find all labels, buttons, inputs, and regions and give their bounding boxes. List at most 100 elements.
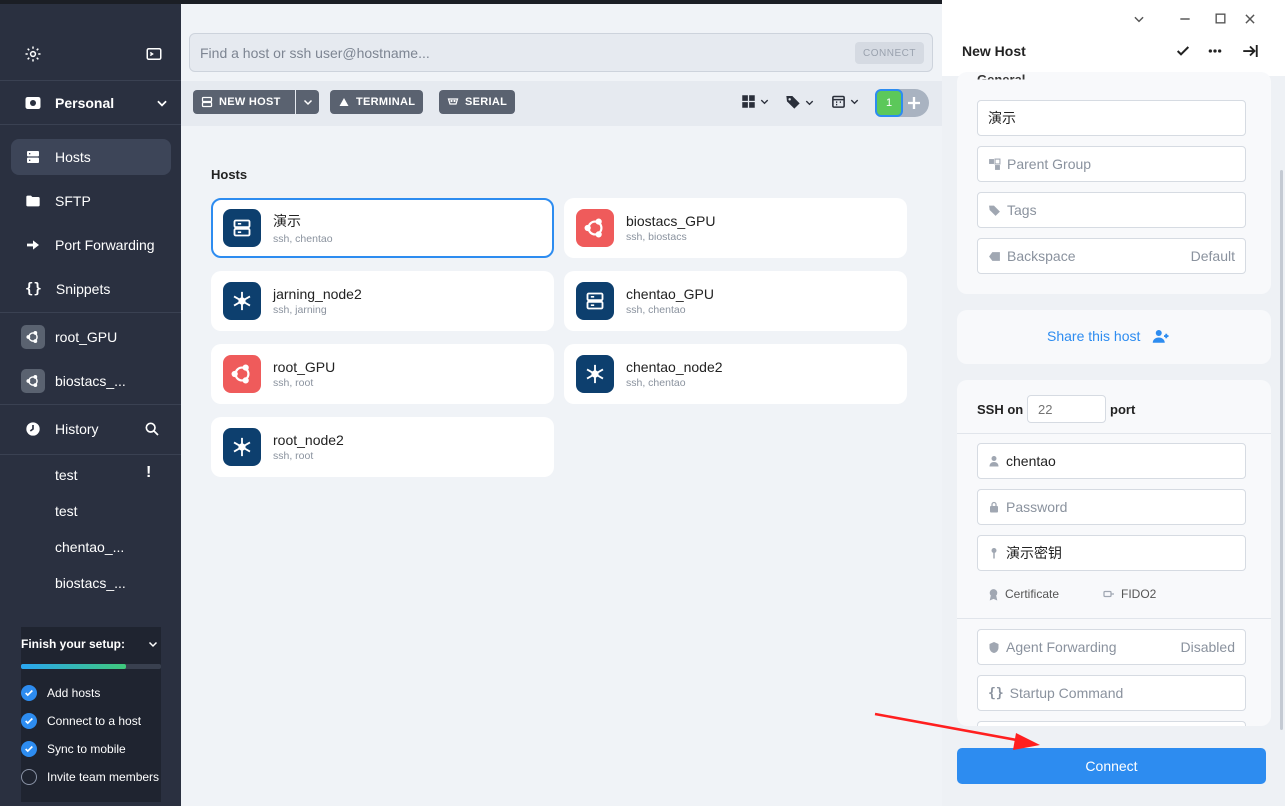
minimize-icon[interactable]	[1132, 12, 1146, 26]
parent-group-field[interactable]: Parent Group	[977, 146, 1246, 182]
tag-icon	[988, 204, 1001, 217]
server-icon	[223, 209, 261, 247]
setup-task[interactable]: Sync to mobile	[21, 741, 126, 757]
plus-icon[interactable]	[906, 95, 922, 111]
server-icon	[576, 282, 614, 320]
sidebar-item-port-forwarding[interactable]: Port Forwarding	[11, 227, 171, 263]
terminal-button[interactable]: TERMINAL	[330, 90, 424, 114]
password-field[interactable]: Password	[977, 489, 1246, 525]
sidebar-item-sftp[interactable]: SFTP	[11, 183, 171, 219]
group-icon	[988, 158, 1001, 171]
username-field[interactable]: chentao	[977, 443, 1246, 479]
setup-progress-bar	[21, 664, 161, 669]
lock-icon	[988, 501, 1000, 513]
search-input[interactable]	[200, 43, 840, 63]
host-card[interactable]: chentao_node2 ssh, chentao	[564, 344, 907, 404]
tags-field[interactable]: Tags	[977, 192, 1246, 228]
agent-forwarding-field[interactable]: Agent Forwarding Disabled	[977, 629, 1246, 665]
setup-task[interactable]: Add hosts	[21, 685, 100, 701]
certificate-option[interactable]: Certificate	[987, 587, 1059, 601]
startup-command-field[interactable]: {} Startup Command	[977, 675, 1246, 711]
sidebar: Personal Hosts SFTP Port Forwarding {} S…	[0, 0, 181, 806]
host-card[interactable]: jarning_node2 ssh, jarning	[211, 271, 554, 331]
search-connect-button[interactable]: CONNECT	[855, 42, 924, 64]
tag-icon	[785, 94, 801, 110]
host-details: ssh, jarning	[273, 304, 327, 316]
label-field[interactable]: 演示	[977, 100, 1246, 136]
server-icon	[201, 96, 213, 108]
history-header[interactable]: History	[25, 419, 160, 439]
history-item[interactable]: test	[55, 503, 78, 519]
fido2-option[interactable]: FIDO2	[1102, 587, 1156, 601]
sidebar-recent-host[interactable]: biostacs_...	[11, 363, 171, 399]
team-badge-group[interactable]: 1	[875, 89, 929, 117]
serial-port-icon	[447, 96, 459, 108]
ubuntu-icon	[21, 325, 45, 349]
workspace-selector[interactable]: Personal	[24, 92, 169, 114]
key-value: 演示密钥	[1006, 545, 1062, 561]
grid-view-toggle[interactable]	[741, 94, 770, 109]
sidebar-divider	[0, 312, 181, 313]
history-item[interactable]: biostacs_...	[55, 575, 126, 591]
host-name: 演示	[273, 213, 301, 229]
settings-icon[interactable]	[24, 45, 42, 63]
sidebar-divider	[0, 80, 181, 81]
sidebar-item-snippets[interactable]: {} Snippets	[11, 271, 171, 307]
host-card[interactable]: root_node2 ssh, root	[211, 417, 554, 477]
more-options-icon[interactable]	[1206, 43, 1224, 59]
collapse-panel-icon[interactable]	[1240, 42, 1260, 60]
new-host-dropdown[interactable]	[295, 90, 319, 114]
window-maximize-icon[interactable]	[1214, 12, 1227, 25]
sidebar-item-label: Hosts	[55, 149, 91, 165]
host-details: ssh, root	[273, 450, 314, 462]
server-icon	[25, 149, 41, 165]
parent-group-placeholder: Parent Group	[1007, 156, 1092, 172]
tag-filter[interactable]	[785, 94, 815, 110]
new-host-button[interactable]: NEW HOST	[193, 90, 295, 114]
sidebar-divider	[0, 454, 181, 455]
host-card[interactable]: 演示 ssh, chentao	[211, 198, 554, 258]
share-host-button[interactable]: Share this host	[1047, 327, 1170, 345]
terminal-icon[interactable]	[145, 45, 163, 63]
snowflake-icon	[576, 355, 614, 393]
port-forward-icon	[25, 237, 41, 253]
key-field[interactable]: 演示密钥	[977, 535, 1246, 571]
host-details: ssh, root	[273, 377, 314, 389]
host-card[interactable]: root_GPU ssh, root	[211, 344, 554, 404]
host-details: ssh, chentao	[273, 233, 333, 245]
sidebar-recent-host[interactable]: root_GPU	[11, 319, 171, 355]
check-circle-icon	[21, 685, 37, 701]
backspace-icon	[988, 250, 1001, 263]
panel-scrollbar[interactable]	[1280, 170, 1283, 730]
host-card[interactable]: chentao_GPU ssh, chentao	[564, 271, 907, 331]
chevron-down-icon[interactable]	[147, 637, 159, 655]
sort-options[interactable]	[831, 94, 860, 109]
connect-button[interactable]: Connect	[957, 748, 1266, 784]
agent-forwarding-value: Disabled	[1180, 639, 1235, 655]
search-icon[interactable]	[144, 421, 160, 437]
setup-task[interactable]: Connect to a host	[21, 713, 141, 729]
checkmark-icon[interactable]	[1175, 43, 1191, 59]
serial-button[interactable]: SERIAL	[439, 90, 516, 114]
history-item[interactable]: chentao_...	[55, 539, 124, 555]
sidebar-item-label: Port Forwarding	[55, 237, 155, 253]
host-card[interactable]: biostacs_GPU ssh, biostacs	[564, 198, 907, 258]
sidebar-item-hosts[interactable]: Hosts	[11, 139, 171, 175]
snowflake-icon	[223, 282, 261, 320]
history-item[interactable]: test	[55, 467, 78, 483]
fido2-label: FIDO2	[1121, 587, 1157, 601]
window-minimize-icon[interactable]	[1178, 12, 1192, 26]
chevron-down-icon	[759, 96, 770, 107]
toolbar: NEW HOST TERMINAL SERIAL 1	[181, 81, 942, 126]
share-users-icon	[1152, 327, 1170, 345]
sidebar-item-label: biostacs_...	[55, 373, 126, 389]
history-label: History	[55, 421, 99, 437]
setup-task[interactable]: Invite team members	[21, 769, 159, 785]
new-host-label: NEW HOST	[219, 96, 281, 108]
grid-icon	[741, 94, 756, 109]
chevron-down-icon	[155, 96, 169, 110]
port-input[interactable]	[1027, 395, 1106, 423]
host-details: ssh, chentao	[626, 377, 686, 389]
window-close-icon[interactable]	[1243, 12, 1257, 26]
backspace-field[interactable]: Backspace Default	[977, 238, 1246, 274]
